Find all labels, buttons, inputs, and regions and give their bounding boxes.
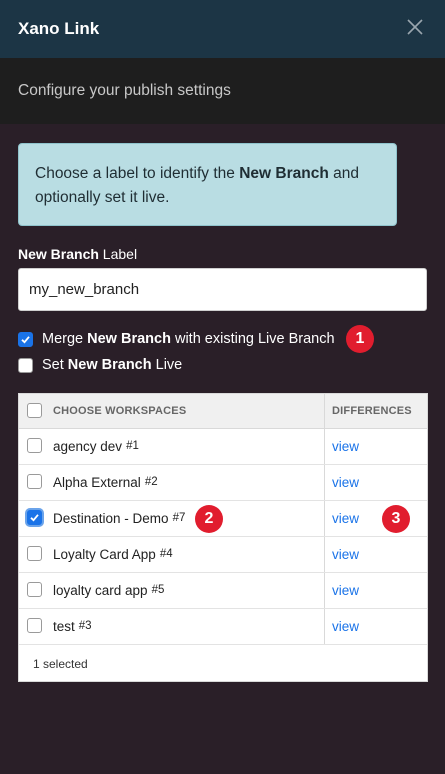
workspace-name-text: loyalty card app [53, 582, 148, 598]
subheader: Configure your publish settings [0, 58, 445, 124]
workspace-name: test #3 [53, 608, 92, 644]
row-checkbox[interactable] [27, 474, 42, 489]
workspace-name: Loyalty Card App #4 [53, 536, 173, 572]
workspace-id: #7 [172, 512, 186, 524]
row-checkbox[interactable] [27, 546, 42, 561]
merge-option[interactable]: Merge New Branch with existing Live Bran… [18, 331, 335, 347]
row-checkbox[interactable] [27, 618, 42, 633]
merge-label-post: with existing Live Branch [174, 331, 335, 347]
col-header-workspaces: CHOOSE WORKSPACES [53, 405, 187, 417]
branch-label-bold: New Branch [18, 246, 99, 262]
row-checkbox[interactable] [27, 582, 42, 597]
workspace-name: agency dev #1 [53, 428, 139, 464]
col-header-differences: DIFFERENCES [332, 405, 412, 417]
info-text-bold: New Branch [239, 165, 329, 182]
workspace-name-text: Destination - Demo [53, 510, 169, 526]
table-header: CHOOSE WORKSPACES DIFFERENCES [19, 394, 427, 429]
view-differences-link[interactable]: view [332, 428, 359, 464]
view-differences-link[interactable]: view [332, 572, 359, 608]
table-row: agency dev #1 view [19, 428, 427, 465]
set-live-label-pre: Set [42, 357, 64, 373]
set-live-checkbox[interactable] [18, 357, 33, 373]
callout-badge-3: 3 [382, 505, 410, 533]
info-callout: Choose a label to identify the New Branc… [18, 143, 397, 226]
branch-label-input[interactable] [18, 268, 427, 311]
set-live-label-bold: New Branch [67, 357, 152, 373]
merge-label-bold: New Branch [87, 331, 171, 347]
workspace-id: #3 [78, 620, 92, 632]
subheader-text: Configure your publish settings [18, 82, 231, 99]
panel-header: Xano Link [0, 0, 445, 58]
branch-label-rest: Label [98, 246, 138, 262]
workspace-name: Alpha External #2 [53, 464, 158, 500]
table-row: test #3 view [19, 608, 427, 645]
set-live-label-post: Live [155, 357, 183, 373]
workspace-id: #5 [151, 584, 165, 596]
workspace-name-text: test [53, 618, 75, 634]
workspace-id: #4 [159, 548, 173, 560]
set-live-option[interactable]: Set New Branch Live [18, 357, 182, 373]
workspace-id: #2 [144, 476, 158, 488]
row-checkbox[interactable] [27, 510, 42, 525]
branch-label-title: New Branch Label [18, 246, 137, 262]
selection-count: 1 selected [33, 657, 88, 671]
workspaces-table: CHOOSE WORKSPACES DIFFERENCES agency dev… [18, 393, 428, 682]
callout-badge-2: 2 [195, 505, 223, 533]
row-checkbox[interactable] [27, 438, 42, 453]
view-differences-link[interactable]: view [332, 500, 359, 536]
callout-badge-1: 1 [346, 325, 374, 353]
check-icon [21, 335, 30, 344]
workspace-name-text: agency dev [53, 438, 123, 454]
view-differences-link[interactable]: view [332, 536, 359, 572]
info-text-before: Choose a label to identify the [35, 165, 240, 182]
table-row: loyalty card app #5 view [19, 572, 427, 609]
check-icon [30, 514, 39, 522]
workspace-name-text: Alpha External [53, 474, 141, 490]
view-differences-link[interactable]: view [332, 464, 359, 500]
view-differences-link[interactable]: view [332, 608, 359, 644]
select-all-checkbox[interactable] [27, 403, 42, 418]
merge-label-pre: Merge [42, 331, 84, 347]
merge-checkbox[interactable] [18, 331, 33, 347]
table-row: Alpha External #2 view [19, 464, 427, 501]
workspace-name: Destination - Demo #7 [53, 500, 185, 536]
table-row: Loyalty Card App #4 view [19, 536, 427, 573]
workspace-name-text: Loyalty Card App [53, 546, 156, 562]
table-row: Destination - Demo #7 view [19, 500, 427, 537]
panel-title: Xano Link [18, 19, 100, 38]
workspace-name: loyalty card app #5 [53, 572, 164, 608]
workspace-id: #1 [126, 440, 139, 452]
close-icon[interactable] [405, 17, 425, 37]
